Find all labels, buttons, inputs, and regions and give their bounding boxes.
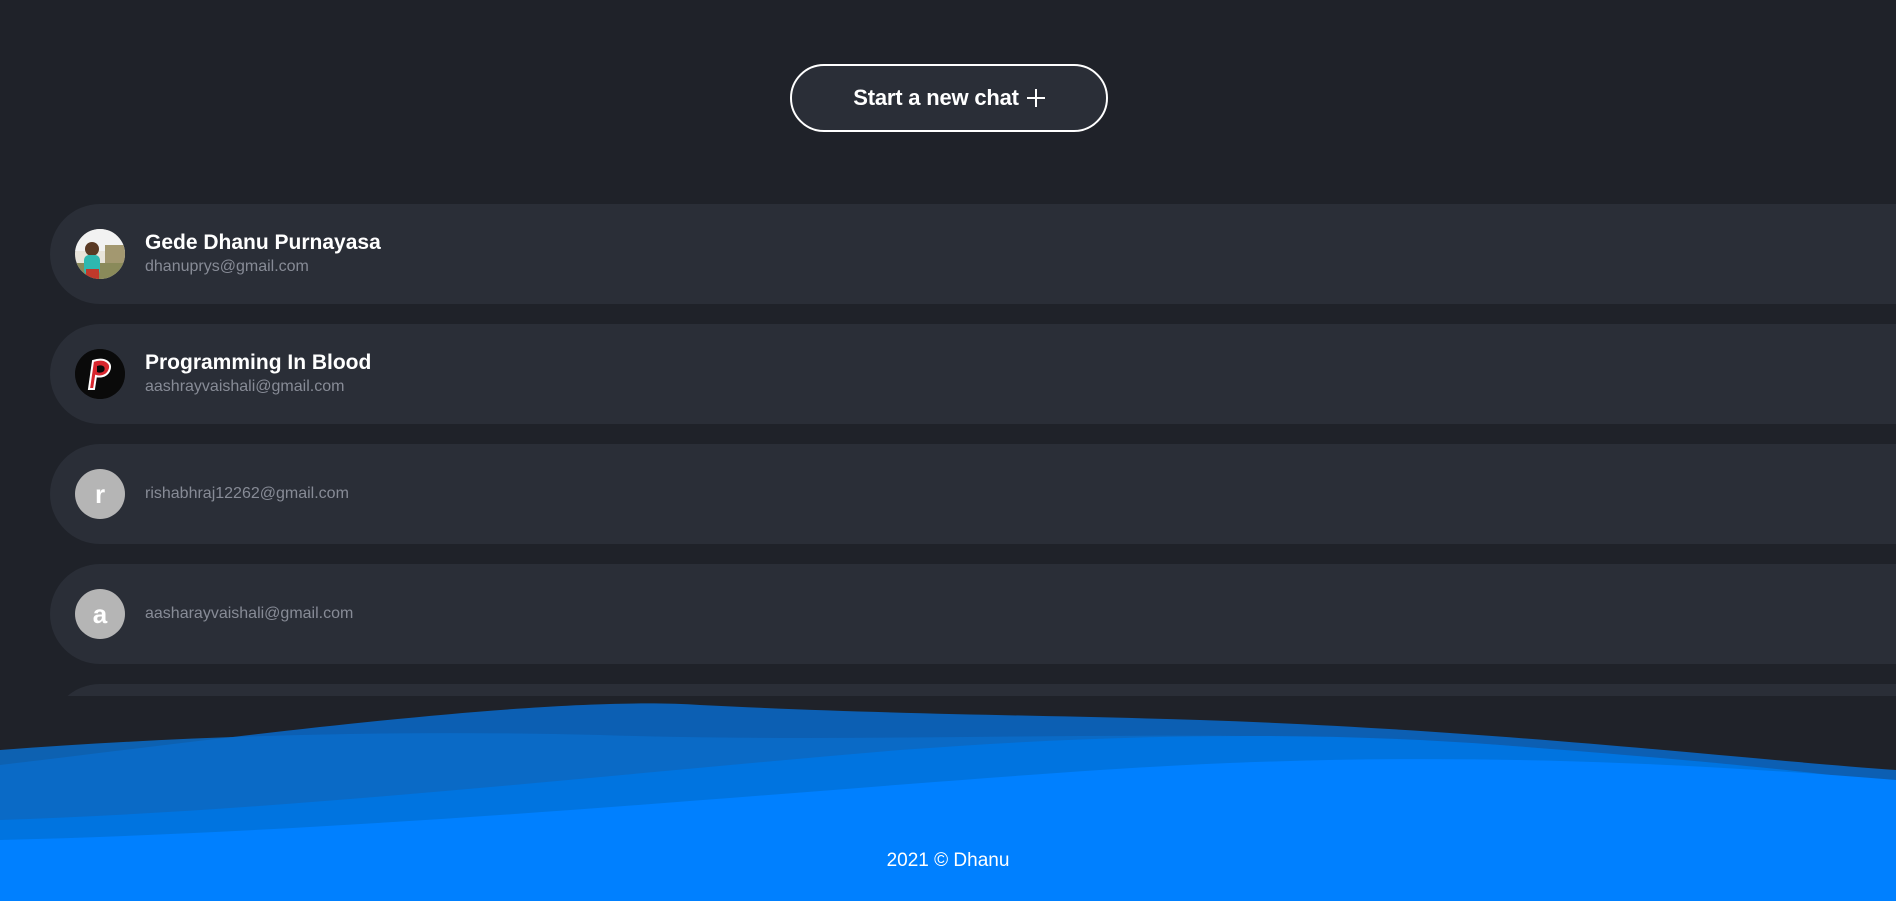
chat-email: rishabhraj12262@gmail.com — [145, 485, 349, 502]
avatar: r — [75, 469, 125, 519]
chat-name: Gede Dhanu Purnayasa — [145, 231, 381, 254]
footer-copyright: 2021 © Dhanu — [886, 850, 1010, 871]
chat-list-item[interactable]: Programming In Blood aashrayvaishali@gma… — [50, 324, 1896, 424]
plus-icon — [1026, 89, 1045, 107]
chat-name: Programming In Blood — [145, 351, 372, 374]
chat-list-item[interactable]: Gede Dhanu Purnayasa dhanuprys@gmail.com — [50, 204, 1896, 304]
p-logo-icon — [75, 349, 125, 399]
new-chat-label: Start a new chat — [853, 85, 1019, 110]
avatar-photo-icon — [75, 229, 125, 279]
avatar: a — [75, 589, 125, 639]
chat-list: Gede Dhanu Purnayasa dhanuprys@gmail.com… — [50, 204, 1896, 696]
new-chat-button[interactable]: Start a new chat — [790, 64, 1108, 132]
chat-page: Start a new chat Gede Dhanu Purnayasa dh… — [0, 0, 1896, 901]
chat-email: dhanuprys@gmail.com — [145, 258, 309, 275]
chat-email: aasharayvaishali@gmail.com — [145, 605, 354, 622]
chat-list-item[interactable]: a aasharayvaishali@gmail.com — [50, 564, 1896, 664]
chat-list-item[interactable]: r rishabhraj12262@gmail.com — [50, 444, 1896, 544]
chat-email: aashrayvaishali@gmail.com — [145, 378, 345, 395]
